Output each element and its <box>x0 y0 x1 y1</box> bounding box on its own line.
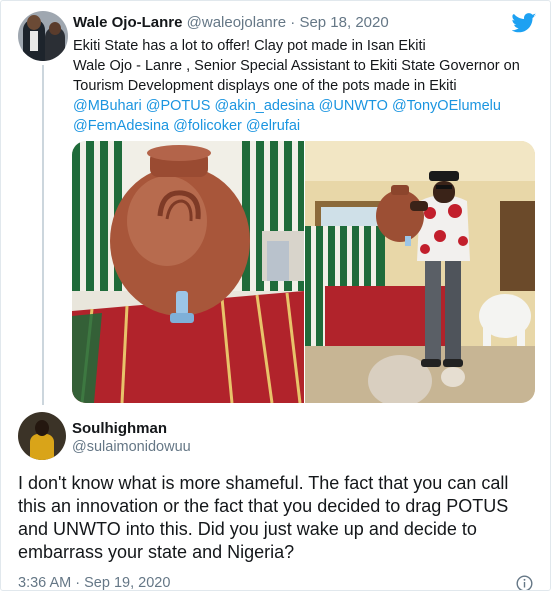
thread-connector <box>42 65 44 405</box>
tweet-date[interactable]: Sep 18, 2020 <box>299 14 388 31</box>
mention-link[interactable]: @elrufai <box>246 118 300 134</box>
avatar-wale-ojo-lanre[interactable] <box>18 11 68 61</box>
mention-link[interactable]: @MBuhari <box>73 98 142 114</box>
author-handle[interactable]: @waleojolanre <box>187 14 286 31</box>
tweet-text-line: Tourism Development displays one of the … <box>73 78 457 94</box>
avatar-soulhighman[interactable] <box>18 412 66 460</box>
man-with-pot-photo <box>305 141 535 403</box>
mention-link[interactable]: @TonyOElumelu <box>392 98 501 114</box>
reply-text-line: and UNWTO into this. Did you just wake u… <box>18 519 477 539</box>
mention-link[interactable]: @POTUS <box>146 98 211 114</box>
separator-dot: · <box>75 575 81 591</box>
tweet-card: Wale Ojo-Lanre @waleojolanre · Sep 18, 2… <box>0 0 551 591</box>
mention-link[interactable]: @akin_adesina <box>214 98 314 114</box>
reply-text-line: embarrass your state and Nigeria? <box>18 542 295 562</box>
mentions-line: @FemAdesina @folicoker @elrufai <box>73 116 533 136</box>
mention-link[interactable]: @FemAdesina <box>73 118 169 134</box>
mention-link[interactable]: @UNWTO <box>319 98 388 114</box>
reply-author-name[interactable]: Soulhighman <box>72 420 167 437</box>
mentions-line: @MBuhari @POTUS @akin_adesina @UNWTO @To… <box>73 96 533 116</box>
reply-time: 3:36 AM <box>18 575 72 591</box>
tweet-text-line: Wale Ojo - Lanre , Senior Special Assist… <box>73 58 520 74</box>
tweet-header: Wale Ojo-Lanre @waleojolanre · Sep 18, 2… <box>73 14 389 31</box>
reply-timestamp[interactable]: 3:36 AM · Sep 19, 2020 <box>18 575 171 591</box>
twitter-bird-icon[interactable] <box>512 13 536 33</box>
separator-dot: · <box>290 14 296 31</box>
mention-link[interactable]: @folicoker <box>173 118 242 134</box>
clay-pot-photo <box>72 141 304 403</box>
reply-text-line: I don't know what is more shameful. The … <box>18 473 509 493</box>
author-name[interactable]: Wale Ojo-Lanre <box>73 14 182 31</box>
tweet-text: Ekiti State has a lot to offer! Clay pot… <box>73 36 533 136</box>
tweet-photo-clay-pot[interactable] <box>72 141 304 403</box>
tweet-photo-man-with-pot[interactable] <box>305 141 535 403</box>
tweet-text-line: Ekiti State has a lot to offer! Clay pot… <box>73 38 426 54</box>
reply-text-line: this an innovation or the fact that you … <box>18 496 509 516</box>
reply-author-handle[interactable]: @sulaimonidowuu <box>72 439 191 455</box>
reply-date: Sep 19, 2020 <box>84 575 171 591</box>
info-icon[interactable] <box>516 575 533 591</box>
reply-text: I don't know what is more shameful. The … <box>18 472 538 564</box>
